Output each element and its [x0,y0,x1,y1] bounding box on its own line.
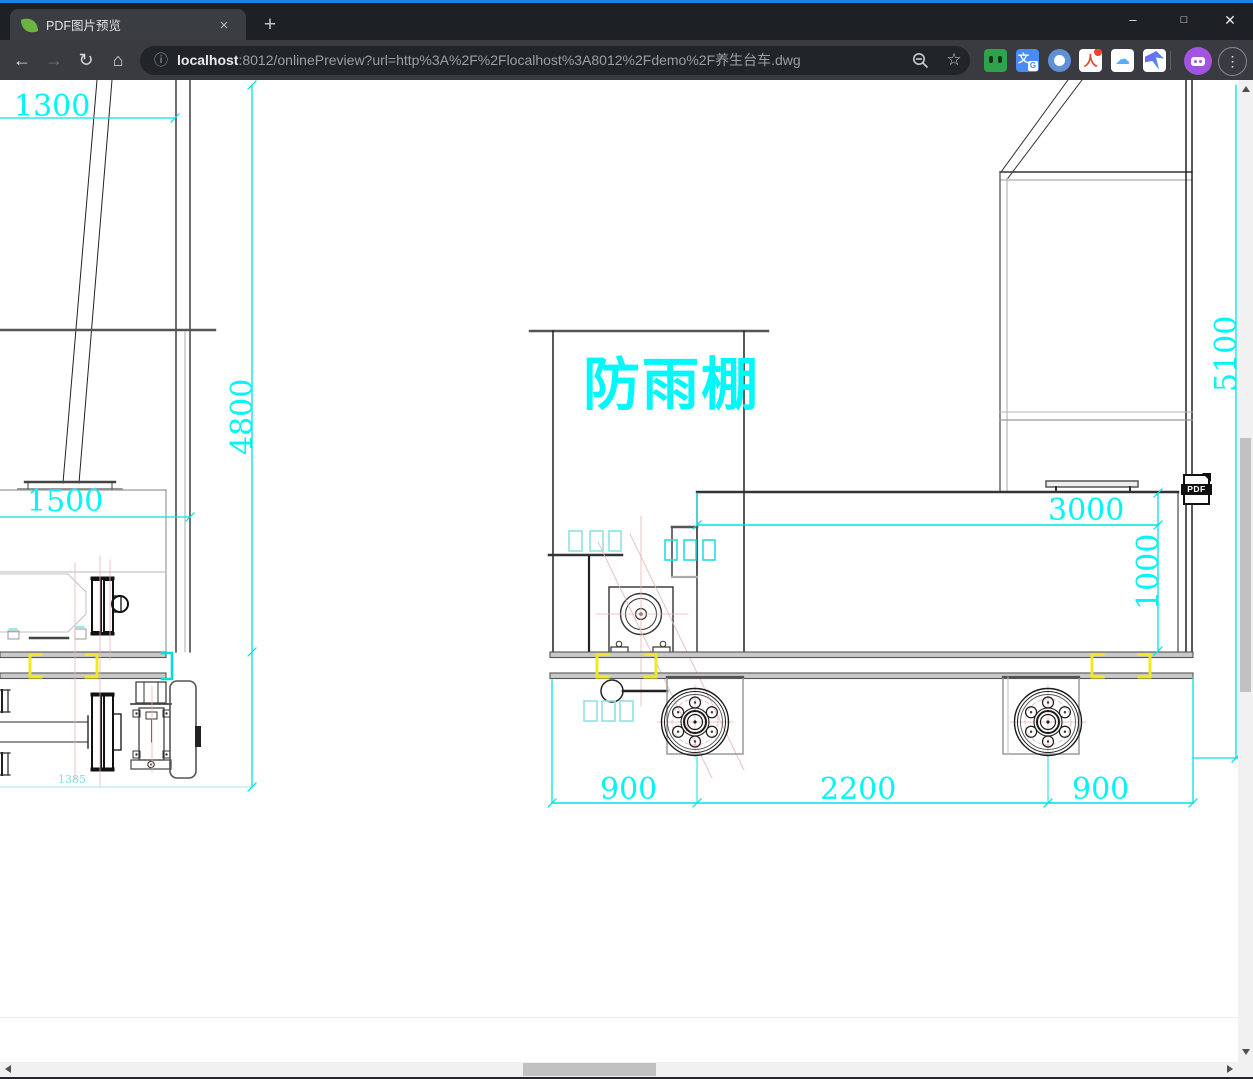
dimension-label-900-right: 900 [1072,772,1130,807]
canvas-edge-line [0,1017,1238,1018]
bird-extension-icon[interactable] [1143,49,1166,72]
tampermonkey-extension-icon[interactable] [984,49,1007,72]
notification-dot [1093,49,1102,57]
page-fold-icon [1202,473,1211,482]
home-button[interactable]: ⌂ [105,48,131,74]
url-text[interactable]: localhost:8012/onlinePreview?url=http%3A… [177,51,897,69]
dimension-label-1000: 1000 [1131,533,1166,610]
vertical-scrollbar-thumb[interactable] [1240,438,1251,692]
reload-button[interactable]: ↻ [73,48,99,74]
dimension-label-900-left: 900 [600,772,658,807]
pdf-file-icon[interactable]: PDF [1181,473,1212,505]
toolbar-divider [1170,51,1171,70]
dimension-label-1385: 1385 [58,773,86,786]
zoom-out-icon[interactable] [912,52,930,70]
profile-avatar[interactable] [1184,47,1212,75]
browser-window: 1300 4800 1500 1385 5100 3000 1000 900 2… [0,0,1253,1079]
dimension-label-1300: 1300 [14,89,91,124]
scroll-right-arrow-icon[interactable] [1227,1065,1233,1073]
window-minimize-button[interactable]: – [1116,6,1150,36]
cloud-glyph: ☁ [1115,51,1130,68]
cad-drawing [0,79,1244,808]
person-badge-extension-icon[interactable]: 人 [1079,49,1102,72]
bookmark-star-icon[interactable]: ☆ [944,50,964,70]
new-tab-button[interactable]: + [256,11,284,39]
window-maximize-button[interactable]: □ [1167,6,1201,36]
url-path: :8012/onlinePreview?url=http%3A%2F%2Floc… [238,52,801,68]
horizontal-scrollbar-thumb[interactable] [523,1063,656,1076]
tab-title: PDF图片预览 [46,19,122,33]
translate-g-glyph: G [1028,61,1038,71]
ring-extension-icon[interactable] [1048,49,1071,72]
tab-bar: PDF图片预览 × + – □ ✕ [0,3,1253,43]
cloud-extension-icon[interactable]: ☁ [1111,49,1134,72]
browser-tab[interactable]: PDF图片预览 × [10,9,246,43]
scroll-left-arrow-icon[interactable] [5,1065,11,1073]
window-close-button[interactable]: ✕ [1213,6,1247,36]
spring-leaf-favicon [20,16,39,35]
drawing-canvas: 1300 4800 1500 1385 5100 3000 1000 900 2… [0,79,1253,1079]
dimension-label-2200: 2200 [820,772,897,807]
dimension-label-3000: 3000 [1048,493,1125,528]
site-info-icon[interactable]: ⓘ [152,51,170,69]
back-button[interactable]: ← [9,48,35,74]
dimension-label-4800: 4800 [225,378,260,455]
translate-extension-icon[interactable]: 文 G [1016,49,1039,72]
dimension-label-1500: 1500 [27,484,104,519]
tab-close-icon[interactable]: × [214,16,234,36]
scroll-down-arrow-icon[interactable] [1242,1049,1250,1055]
url-host: localhost [177,52,239,68]
rain-shelter-label: 防雨棚 [583,353,760,417]
browser-menu-button[interactable]: ⋮ [1218,47,1247,76]
scroll-up-arrow-icon[interactable] [1242,86,1250,92]
forward-button[interactable]: → [41,48,67,74]
pdf-badge-label: PDF [1181,484,1212,495]
